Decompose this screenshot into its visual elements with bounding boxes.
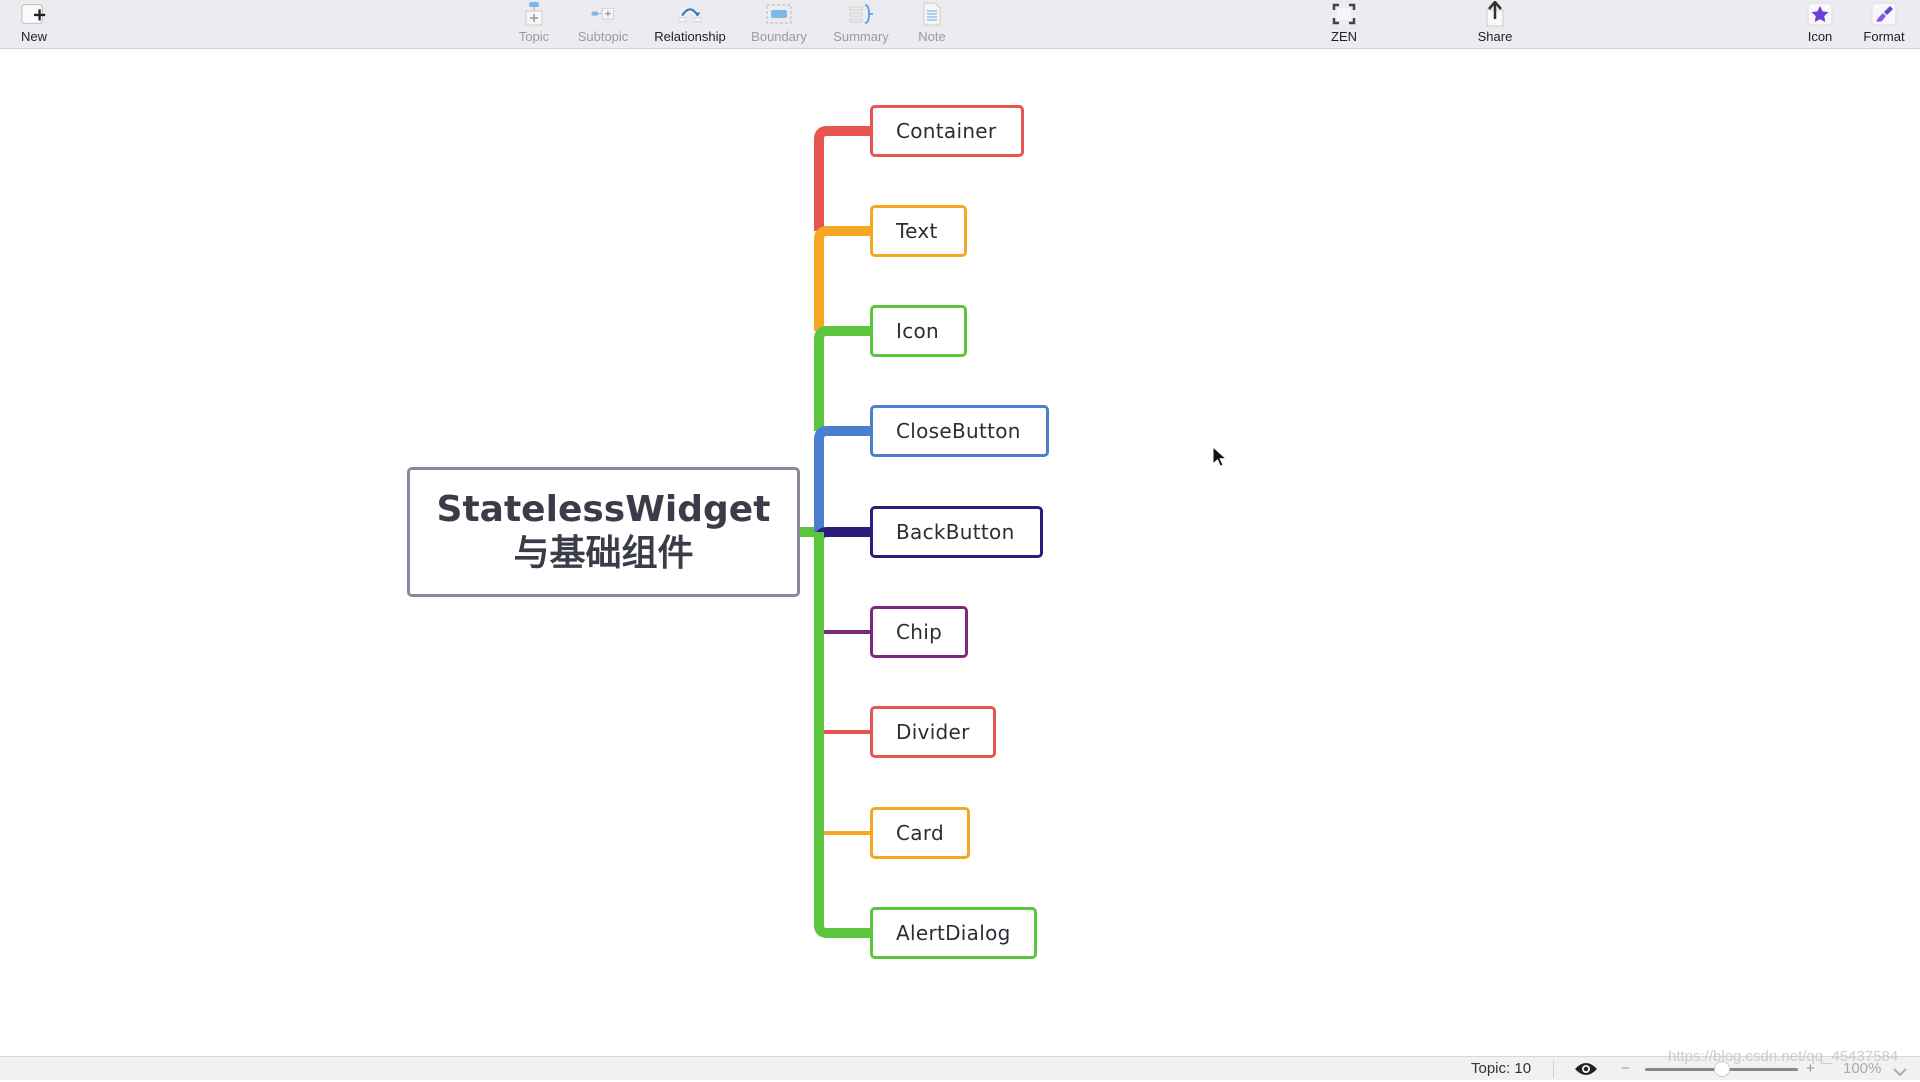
topic-label: CloseButton <box>896 419 1021 443</box>
topic-label: Container <box>896 119 997 143</box>
divider <box>1553 1060 1554 1078</box>
trunk-segment <box>814 226 870 331</box>
central-topic-subtitle: 与基础组件 <box>513 533 694 574</box>
topic-node-alertdialog[interactable]: AlertDialog <box>870 907 1037 959</box>
central-topic[interactable]: StatelessWidget 与基础组件 <box>407 467 800 597</box>
topic-node-backbutton[interactable]: BackButton <box>870 506 1043 558</box>
trunk-segment <box>814 126 870 231</box>
trunk-segment <box>814 426 870 532</box>
topic-label: Icon <box>896 319 940 343</box>
status-bar: Topic: 10 − + 100% <box>0 1056 1920 1080</box>
trunk-segment <box>814 326 870 431</box>
zoom-out-button[interactable]: − <box>1621 1060 1630 1077</box>
chevron-down-icon[interactable] <box>1893 1064 1907 1082</box>
topic-label: Chip <box>896 620 943 644</box>
topic-node-chip[interactable]: Chip <box>870 606 968 658</box>
topic-node-card[interactable]: Card <box>870 807 970 859</box>
topic-label: BackButton <box>896 520 1015 544</box>
topic-label: Text <box>896 219 938 243</box>
topic-label: Card <box>896 821 944 845</box>
topic-node-container[interactable]: Container <box>870 105 1024 157</box>
topic-node-divider[interactable]: Divider <box>870 706 996 758</box>
topic-node-text[interactable]: Text <box>870 205 967 257</box>
mouse-cursor-icon <box>1212 445 1228 473</box>
topic-label: Divider <box>896 720 970 744</box>
watermark: https://blog.csdn.net/qq_45437584 <box>1668 1048 1899 1065</box>
topic-count: Topic: 10 <box>1471 1060 1532 1077</box>
topic-node-closebutton[interactable]: CloseButton <box>870 405 1049 457</box>
topic-label: AlertDialog <box>896 921 1011 945</box>
topic-node-icon[interactable]: Icon <box>870 305 967 357</box>
central-topic-title: StatelessWidget <box>436 489 771 530</box>
eye-icon[interactable] <box>1574 1061 1598 1082</box>
